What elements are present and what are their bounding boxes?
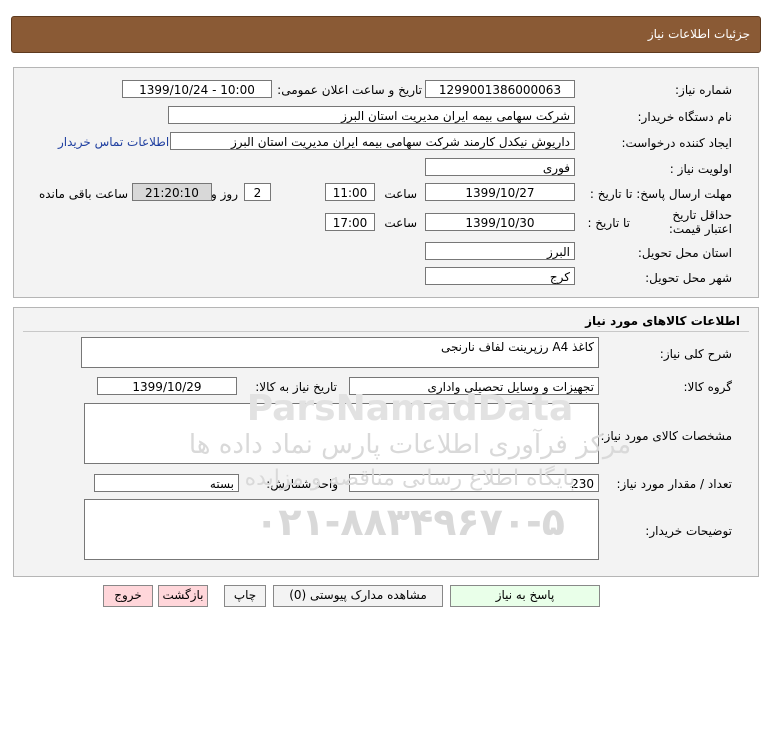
price-time-label: ساعت	[384, 216, 417, 230]
send-deadline-label: مهلت ارسال پاسخ: تا تاریخ :	[589, 187, 732, 201]
buyer-contact-link[interactable]: اطلاعات تماس خریدار	[58, 135, 169, 149]
page-header: جزئیات اطلاعات نیاز	[11, 16, 761, 53]
days-and-label: روز و	[211, 187, 238, 201]
priority-label: اولویت نیاز :	[669, 162, 732, 176]
desc-label: شرح کلی نیاز:	[659, 347, 732, 361]
announce-label: تاریخ و ساعت اعلان عمومی:	[277, 83, 422, 97]
group-label: گروه کالا:	[683, 380, 733, 394]
creator-label: ایجاد کننده درخواست:	[621, 136, 732, 150]
send-time-field: 11:00	[325, 183, 375, 201]
need-number-field: 1299001386000063	[425, 80, 575, 98]
qty-field: 230	[349, 474, 599, 492]
city-label: شهر محل تحویل:	[645, 271, 732, 285]
province-field: البرز	[425, 242, 575, 260]
page-title: جزئیات اطلاعات نیاز	[647, 27, 750, 41]
buyer-label: نام دستگاه خریدار:	[637, 110, 733, 124]
send-time-label: ساعت	[384, 187, 417, 201]
price-time-field: 17:00	[325, 213, 375, 231]
spec-field	[84, 403, 599, 464]
buyer-notes-field	[84, 499, 599, 560]
need-number-label: شماره نیاز:	[675, 83, 732, 97]
group-field: تجهیزات و وسایل تحصیلی واداری	[349, 377, 599, 395]
province-label: استان محل تحویل:	[637, 246, 732, 260]
desc-field: کاغذ A4 رزپرینت لفاف نارنجی	[81, 337, 599, 368]
unit-field: بسته	[94, 474, 239, 492]
send-date-field: 1399/10/27	[425, 183, 575, 201]
need-info-panel	[13, 67, 759, 298]
spec-label: مشخصات کالای مورد نیاز:	[600, 429, 732, 443]
announce-datetime-field: 1399/10/24 - 10:00	[122, 80, 272, 98]
priority-field: فوری	[425, 158, 575, 176]
price-validity-label: حداقل تاریخ اعتبار قیمت:	[668, 208, 732, 236]
view-attachments-button[interactable]: مشاهده مدارک پیوستی (0)	[273, 585, 443, 607]
need-date-field: 1399/10/29	[97, 377, 237, 395]
price-until-label: تا تاریخ :	[587, 216, 630, 230]
need-date-label: تاریخ نیاز به کالا:	[255, 380, 337, 394]
remaining-days-field: 2	[244, 183, 271, 201]
remaining-label: ساعت باقی مانده	[38, 187, 128, 201]
qty-label: تعداد / مقدار مورد نیاز:	[616, 477, 732, 491]
buyer-notes-label: توضیحات خریدار:	[645, 524, 732, 538]
section-divider	[23, 331, 749, 332]
goods-section-title: اطلاعات کالاهای مورد نیاز	[585, 314, 740, 328]
remaining-time-field: 21:20:10	[132, 183, 212, 201]
creator-field: داریوش نیکدل کارمند شرکت سهامی بیمه ایرا…	[170, 132, 575, 150]
print-button[interactable]: چاپ	[224, 585, 266, 607]
city-field: کرج	[425, 267, 575, 285]
buyer-field: شرکت سهامی بیمه ایران مدیریت استان البرز	[168, 106, 575, 124]
back-button[interactable]: بازگشت	[158, 585, 208, 607]
price-date-field: 1399/10/30	[425, 213, 575, 231]
reply-button[interactable]: پاسخ به نیاز	[450, 585, 600, 607]
unit-label: واحد شمارش:	[266, 477, 338, 491]
exit-button[interactable]: خروج	[103, 585, 153, 607]
